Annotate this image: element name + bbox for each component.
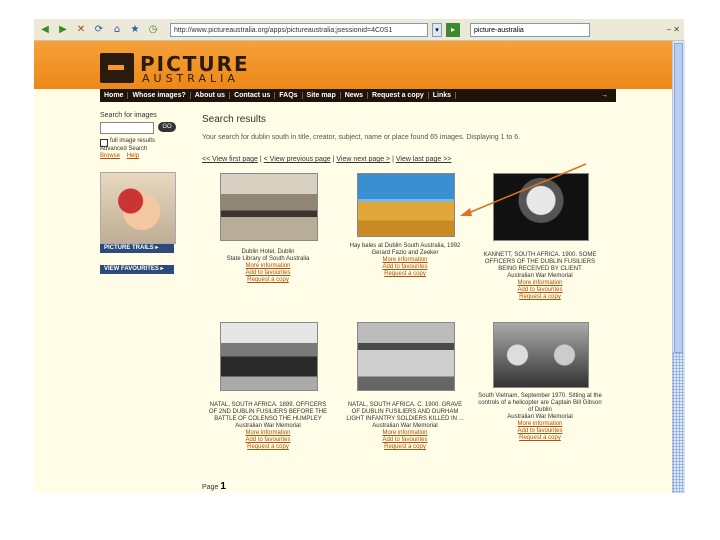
next-page-link[interactable]: View next page > [336, 156, 390, 163]
page-indicator: Page 1 [202, 481, 226, 492]
add-to-favourites-link[interactable]: Add to favourites [478, 428, 602, 435]
nav-site-map[interactable]: Site map [303, 92, 341, 99]
advanced-search-link[interactable]: Advanced Search [100, 146, 147, 152]
picture-trail-image[interactable] [100, 172, 176, 244]
search-label: Search for images [100, 112, 157, 119]
result-source: Australian War Memorial [235, 423, 301, 429]
nav-links[interactable]: Links [429, 92, 457, 99]
main-nav: Home Whose images? About us Contact us F… [100, 89, 616, 102]
result-thumbnail[interactable] [357, 322, 455, 391]
result-title: NATAL, SOUTH AFRICA. C. 1900. GRAVE OF D… [346, 402, 464, 422]
nav-contact-us[interactable]: Contact us [230, 92, 276, 99]
previous-page-link[interactable]: < View previous page [264, 156, 331, 163]
search-input[interactable] [100, 122, 154, 134]
result-source: Australian War Memorial [507, 414, 573, 420]
result-caption: Dublin Hotel, Dublin State Library of So… [208, 249, 328, 284]
request-copy-link[interactable]: Request a copy [478, 435, 602, 442]
result-source: State Library of South Australia [226, 256, 310, 262]
nav-about-us[interactable]: About us [191, 92, 231, 99]
sidebar-links: Browse Help [100, 153, 139, 159]
pager: << View first page | < View previous pag… [202, 156, 452, 163]
nav-news[interactable]: News [341, 92, 369, 99]
result-source: Gerard Fazio and Zeeker [371, 250, 439, 256]
scrollbar-thumb[interactable] [674, 43, 683, 353]
view-favourites-button[interactable]: VIEW FAVOURITES ▸ [100, 265, 174, 274]
more-information-link[interactable]: More information [345, 430, 465, 437]
result-caption: KANNETT, SOUTH AFRICA. 1900. SOME OFFICE… [478, 252, 602, 301]
more-information-link[interactable]: More information [208, 430, 328, 437]
more-information-link[interactable]: More information [478, 421, 602, 428]
result-caption: NATAL, SOUTH AFRICA. C. 1900. GRAVE OF D… [345, 402, 465, 451]
result-title: Dublin Hotel, Dublin [241, 249, 295, 255]
result-thumbnail[interactable] [220, 173, 318, 241]
go-arrow-icon[interactable]: ▸ [446, 22, 460, 37]
last-page-link[interactable]: View last page >> [396, 156, 452, 163]
home-icon[interactable]: ⌂ [110, 23, 124, 37]
request-copy-link[interactable]: Request a copy [345, 444, 465, 451]
page-number: 1 [220, 481, 226, 492]
nav-whose-images[interactable]: Whose images? [128, 92, 191, 99]
result-title: Hay bales at Dublin South Australia, 199… [349, 243, 461, 249]
full-results-label: full image results [110, 138, 156, 144]
search-go-button[interactable]: GO [158, 122, 176, 132]
history-icon[interactable]: ◷ [146, 23, 160, 37]
result-thumbnail[interactable] [357, 173, 455, 237]
logo-icon[interactable] [100, 53, 134, 83]
result-title: KANNETT, SOUTH AFRICA. 1900. SOME OFFICE… [483, 252, 597, 272]
result-title: South Vietnam, September 1970. Sitting a… [478, 393, 602, 413]
result-caption: Hay bales at Dublin South Australia, 199… [345, 243, 465, 278]
back-icon[interactable]: ◀ [38, 23, 52, 37]
stop-icon[interactable]: ✕ [74, 23, 88, 37]
annotation-arrow-icon [460, 163, 587, 216]
result-source: Australian War Memorial [507, 273, 573, 279]
address-dropdown-icon[interactable]: ▾ [432, 22, 442, 37]
address-bar[interactable]: http://www.pictureaustralia.org/apps/pic… [170, 22, 428, 37]
help-link[interactable]: Help [127, 153, 139, 159]
more-information-link[interactable]: More information [345, 257, 465, 264]
window-controls[interactable]: – ✕ [667, 25, 680, 34]
result-caption: South Vietnam, September 1970. Sitting a… [478, 393, 602, 442]
page-title: Search results [202, 114, 266, 125]
more-information-link[interactable]: More information [208, 263, 328, 270]
sidebar: Search for images GO full image results … [100, 112, 180, 159]
add-to-favourites-link[interactable]: Add to favourites [345, 437, 465, 444]
browser-toolbar: ◀ ▶ ✕ ⟳ ⌂ ★ ◷ http://www.pictureaustrali… [34, 19, 684, 41]
first-page-link[interactable]: << View first page [202, 156, 258, 163]
add-to-favourites-link[interactable]: Add to favourites [478, 287, 602, 294]
nav-faqs[interactable]: FAQs [275, 92, 303, 99]
logo-subtitle[interactable]: AUSTRALIA [142, 72, 239, 85]
forward-icon[interactable]: ▶ [56, 23, 70, 37]
decorative-dot-pattern [672, 352, 684, 493]
add-to-favourites-link[interactable]: Add to favourites [345, 264, 465, 271]
refresh-icon[interactable]: ⟳ [92, 23, 106, 37]
request-copy-link[interactable]: Request a copy [208, 277, 328, 284]
results-description: Your search for dublin south in title, c… [202, 134, 521, 141]
result-title: NATAL, SOUTH AFRICA. 1899. OFFICERS OF 2… [208, 402, 328, 422]
more-information-link[interactable]: More information [478, 280, 602, 287]
add-to-favourites-link[interactable]: Add to favourites [208, 437, 328, 444]
request-copy-link[interactable]: Request a copy [478, 294, 602, 301]
nav-arrow-icon[interactable]: → [601, 92, 616, 99]
picture-trails-button[interactable]: PICTURE TRAILS ▸ [100, 244, 174, 253]
nav-home[interactable]: Home [100, 92, 129, 99]
nav-request-copy[interactable]: Request a copy [368, 92, 429, 99]
browse-link[interactable]: Browse [100, 153, 120, 159]
browser-search-input[interactable]: picture-australia [470, 22, 590, 37]
result-thumbnail[interactable] [220, 322, 318, 391]
request-copy-link[interactable]: Request a copy [345, 271, 465, 278]
request-copy-link[interactable]: Request a copy [208, 444, 328, 451]
page-label: Page [202, 484, 219, 491]
result-thumbnail[interactable] [493, 322, 589, 388]
bookmark-icon[interactable]: ★ [128, 23, 142, 37]
add-to-favourites-link[interactable]: Add to favourites [208, 270, 328, 277]
result-caption: NATAL, SOUTH AFRICA. 1899. OFFICERS OF 2… [208, 402, 328, 451]
result-source: Australian War Memorial [372, 423, 438, 429]
